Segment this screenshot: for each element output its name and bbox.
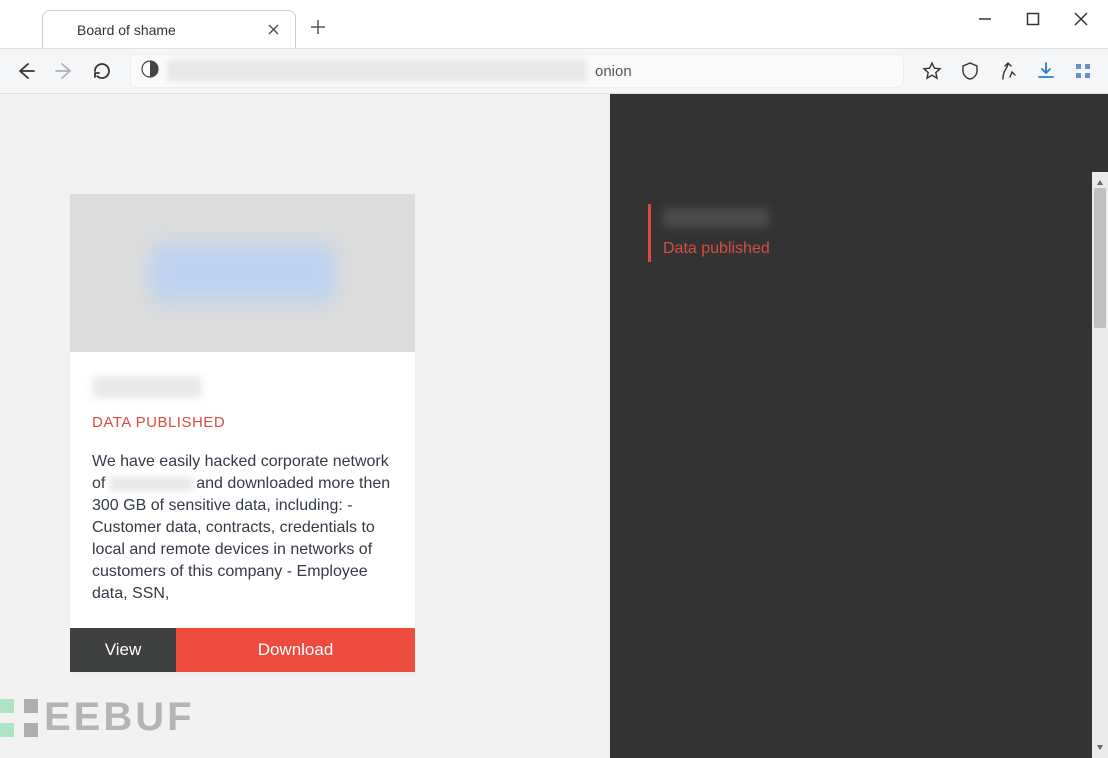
right-column: Data published — [610, 94, 1108, 758]
page-content: DATA PUBLISHED We have easily hacked cor… — [0, 94, 1108, 758]
victim-name-redacted — [92, 376, 202, 398]
desc-part2: and downloaded more then 300 GB of sensi… — [92, 475, 390, 602]
left-column: DATA PUBLISHED We have easily hacked cor… — [0, 94, 610, 758]
browser-tab-active[interactable]: Board of shame — [42, 10, 296, 48]
card-actions: View Download — [70, 628, 415, 672]
url-bar[interactable] — [130, 54, 904, 88]
forward-button[interactable] — [54, 61, 74, 81]
reload-button[interactable] — [92, 61, 112, 81]
watermark-text: EEBUF — [44, 695, 195, 740]
shield-icon[interactable] — [960, 61, 980, 81]
app-menu-icon[interactable] — [1074, 62, 1092, 80]
browser-navbar — [0, 48, 1108, 94]
right-victim-name-redacted — [663, 208, 769, 228]
tor-circuit-icon[interactable] — [141, 60, 159, 83]
tab-title: Board of shame — [55, 22, 264, 38]
bookmark-star-icon[interactable] — [922, 61, 942, 81]
url-redacted — [167, 60, 587, 82]
new-identity-icon[interactable] — [998, 61, 1018, 81]
new-tab-button[interactable] — [310, 19, 326, 40]
url-input[interactable] — [595, 63, 893, 80]
victim-logo-redacted — [151, 244, 335, 302]
close-window-button[interactable] — [1074, 12, 1088, 26]
navbar-right-group — [922, 61, 1092, 81]
download-button[interactable]: Download — [176, 628, 415, 672]
close-tab-icon[interactable] — [264, 20, 283, 40]
downloads-icon[interactable] — [1036, 61, 1056, 81]
vertical-scrollbar[interactable] — [1092, 172, 1108, 758]
victim-description: We have easily hacked corporate network … — [92, 451, 393, 606]
view-button[interactable]: View — [70, 628, 176, 672]
watermark: EEBUF — [0, 695, 195, 740]
victim-card: DATA PUBLISHED We have easily hacked cor… — [70, 194, 415, 672]
victim-list-item[interactable]: Data published — [648, 204, 1108, 262]
minimize-button[interactable] — [978, 12, 992, 26]
scrollbar-thumb[interactable] — [1094, 188, 1106, 328]
victim-logo-area — [70, 194, 415, 352]
inline-redacted — [110, 476, 192, 492]
window-controls — [978, 12, 1088, 26]
scroll-down-icon[interactable] — [1096, 738, 1104, 756]
browser-tabstrip: Board of shame — [0, 0, 1108, 48]
right-status: Data published — [663, 240, 1096, 258]
watermark-green-blocks — [0, 699, 14, 737]
watermark-dark-blocks — [24, 699, 38, 737]
maximize-button[interactable] — [1026, 12, 1040, 26]
victim-card-body: DATA PUBLISHED We have easily hacked cor… — [70, 352, 415, 614]
back-button[interactable] — [16, 61, 36, 81]
publish-status: DATA PUBLISHED — [92, 414, 393, 431]
